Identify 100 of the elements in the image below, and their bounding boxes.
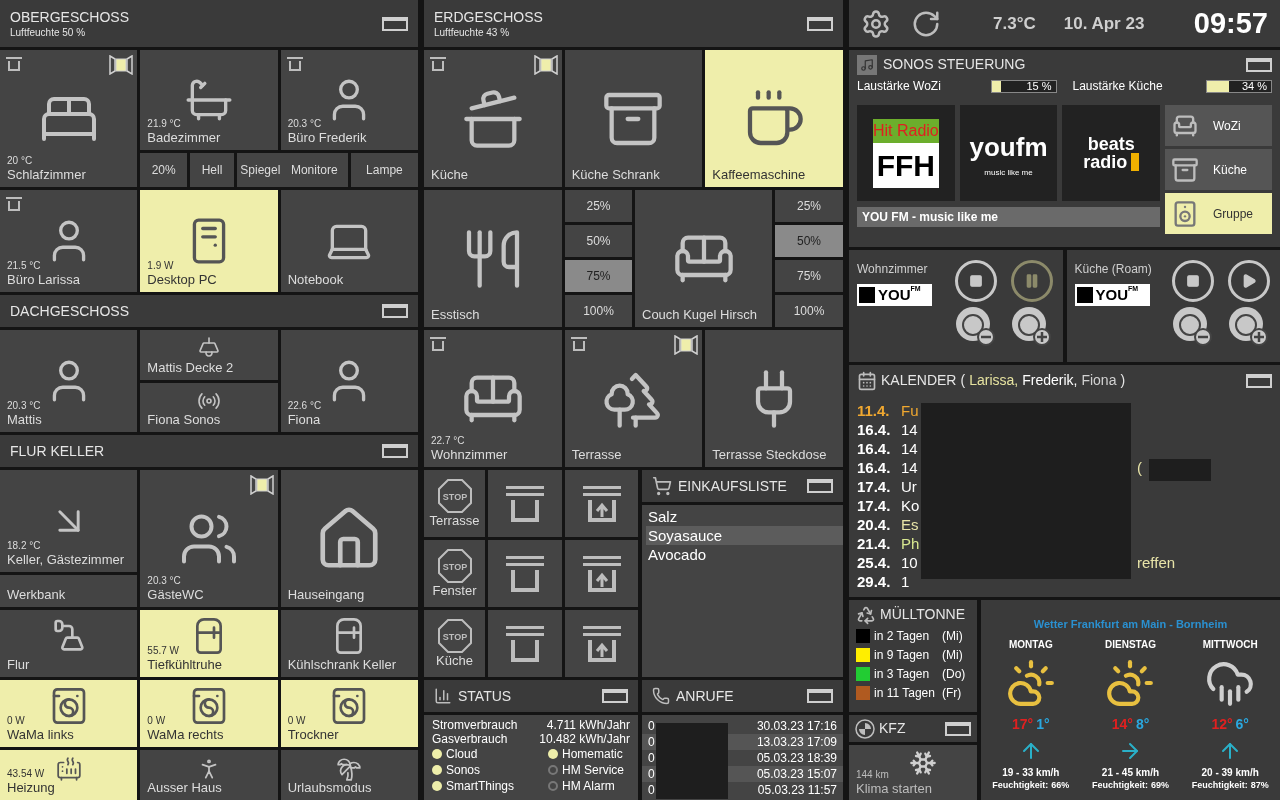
device-tile[interactable]: Fiona Sonos — [140, 383, 278, 432]
device-tile[interactable]: 55.7 W Tiefkühltruhe — [140, 610, 278, 677]
volume-down-knob-icon[interactable] — [1172, 306, 1212, 346]
blind-down-button[interactable] — [488, 470, 562, 537]
logo-text: FFH — [872, 142, 939, 188]
device-icon — [197, 336, 221, 360]
call-time: 05.03.23 11:57 — [757, 782, 837, 798]
volume-label: Laustärke WoZi — [857, 78, 941, 95]
shopping-item[interactable]: Soyasauce — [646, 526, 843, 545]
dimmer-button[interactable]: 25% — [775, 190, 843, 222]
humidity-label: Feuchtigkeit: — [1091, 778, 1148, 791]
device-tile[interactable]: 43.54 W Heizung — [0, 750, 138, 800]
station-logo[interactable]: youfm music like me — [959, 105, 1058, 201]
device-tile[interactable]: 20.3 °C GästeWC — [140, 470, 278, 607]
window-icon[interactable] — [807, 16, 833, 31]
device-tile[interactable]: 21.5 °C Büro Larissa — [0, 190, 138, 292]
device-tile[interactable]: Ausser Haus — [140, 750, 278, 800]
stop-button[interactable] — [954, 260, 997, 302]
scene-button[interactable]: Hell — [190, 153, 234, 187]
device-tile[interactable]: Küche Schrank — [564, 50, 703, 187]
device-tile[interactable]: Werkbank — [0, 575, 138, 607]
event-date: 20.4. — [857, 515, 892, 534]
blind-up-button[interactable] — [565, 610, 638, 677]
window-icon[interactable] — [1246, 57, 1272, 72]
blind-down-button[interactable] — [488, 610, 562, 677]
blind-up-icon — [581, 623, 622, 664]
volume-bar[interactable]: 34 % — [1206, 79, 1272, 93]
dimmer-button[interactable]: 100% — [775, 295, 843, 327]
device-tile[interactable]: Notebook — [280, 190, 418, 292]
device-tile[interactable]: Kaffeemaschine — [705, 50, 843, 187]
volume-bar[interactable]: 15 % — [990, 79, 1057, 93]
device-tile[interactable]: Couch Kugel Hirsch — [635, 190, 772, 327]
device-tile[interactable]: Hauseingang — [280, 470, 418, 607]
weather-title: Wetter Frankfurt am Main - Bornheim — [1033, 617, 1228, 632]
scene-button[interactable]: Lampe — [350, 153, 418, 187]
device-tile[interactable]: Küche — [424, 50, 562, 187]
station-logo[interactable]: beats radio — [1062, 105, 1160, 201]
dimmer-button[interactable]: 50% — [565, 225, 632, 257]
device-tile[interactable]: Terrasse Steckdose — [705, 330, 843, 467]
device-tile[interactable]: 20 °C Schlafzimmer — [0, 50, 138, 187]
station-logo[interactable]: Hit Radio FFH — [857, 105, 955, 201]
window-icon[interactable] — [807, 479, 833, 493]
dimmer-button[interactable]: 75% — [775, 260, 843, 292]
dimmer-button[interactable]: 50% — [775, 225, 843, 257]
blind-up-button[interactable] — [565, 540, 638, 607]
event-title: 14 — [901, 439, 919, 458]
device-tile[interactable]: 22.6 °C Fiona — [280, 330, 418, 432]
window-icon[interactable] — [382, 304, 408, 318]
volume-up-knob-icon[interactable] — [1228, 306, 1268, 346]
event-title: 10 — [901, 553, 919, 572]
device-tile[interactable]: Mattis Decke 2 — [140, 330, 278, 380]
dimmer-button[interactable]: 25% — [565, 190, 632, 222]
device-tile[interactable]: 20.3 °C Mattis — [0, 330, 138, 432]
wind-speed: 20 - 39 km/h — [1201, 766, 1259, 779]
window-icon[interactable] — [382, 444, 408, 458]
shopping-item[interactable]: Salz — [646, 507, 843, 526]
window-icon[interactable] — [945, 721, 971, 736]
stop-button[interactable]: STOP Küche — [424, 610, 485, 677]
blind-up-button[interactable] — [565, 470, 638, 537]
window-icon[interactable] — [602, 689, 628, 703]
device-tile[interactable]: Kühlschrank Keller — [280, 610, 418, 677]
window-icon[interactable] — [382, 16, 408, 31]
device-tile[interactable]: Terrasse — [564, 330, 703, 467]
device-tile[interactable]: 21.9 °C Badezimmer — [140, 50, 278, 150]
now-playing: YOU FM - music like me — [857, 207, 1160, 227]
device-tile[interactable]: 18.2 °C Keller, Gästezimmer — [0, 470, 138, 572]
shopping-item[interactable]: Avocado — [646, 545, 843, 564]
stop-button[interactable] — [1172, 260, 1214, 302]
scene-button[interactable]: 20% — [140, 153, 187, 187]
stop-button[interactable]: STOP Terrasse — [424, 470, 485, 537]
climate-tile[interactable]: 144 km Klima starten — [849, 745, 977, 800]
settings-icon[interactable] — [861, 8, 891, 39]
window-icon[interactable] — [1246, 373, 1272, 388]
device-tile[interactable]: 0 W WaMa rechts — [140, 680, 278, 747]
tile-label: Couch Kugel Hirsch — [642, 307, 757, 323]
tile-label: Desktop PC — [147, 272, 217, 288]
room-button[interactable]: Gruppe — [1165, 193, 1272, 234]
volume-down-knob-icon[interactable] — [954, 306, 995, 346]
room-button[interactable]: WoZi — [1165, 105, 1272, 146]
scene-button[interactable]: Spiegel — [236, 153, 284, 187]
device-tile[interactable]: Flur — [0, 610, 138, 677]
call-number: 0 — [648, 782, 655, 798]
device-tile[interactable]: 22.7 °C Wohnzimmer — [424, 330, 562, 467]
device-tile[interactable]: 1.9 W Desktop PC — [140, 190, 278, 292]
blind-down-button[interactable] — [488, 540, 562, 607]
device-tile[interactable]: 20.3 °C Büro Frederik — [280, 50, 418, 150]
device-tile[interactable]: Esstisch — [424, 190, 562, 327]
dimmer-button[interactable]: 100% — [565, 295, 632, 327]
device-tile[interactable]: 0 W WaMa links — [0, 680, 138, 747]
pause-button[interactable] — [1010, 260, 1053, 302]
device-tile[interactable]: 0 W Trockner — [280, 680, 418, 747]
device-tile[interactable]: Urlaubsmodus — [280, 750, 418, 800]
volume-up-knob-icon[interactable] — [1010, 306, 1051, 346]
stop-button[interactable]: STOP Fenster — [424, 540, 485, 607]
dimmer-button[interactable]: 75% — [565, 260, 632, 292]
play-button[interactable] — [1228, 260, 1270, 302]
room-button[interactable]: Küche — [1165, 149, 1272, 190]
pickup-text: in 2 Tagen — [874, 628, 931, 644]
window-icon[interactable] — [807, 689, 833, 703]
tile-label: Hauseingang — [287, 587, 365, 603]
